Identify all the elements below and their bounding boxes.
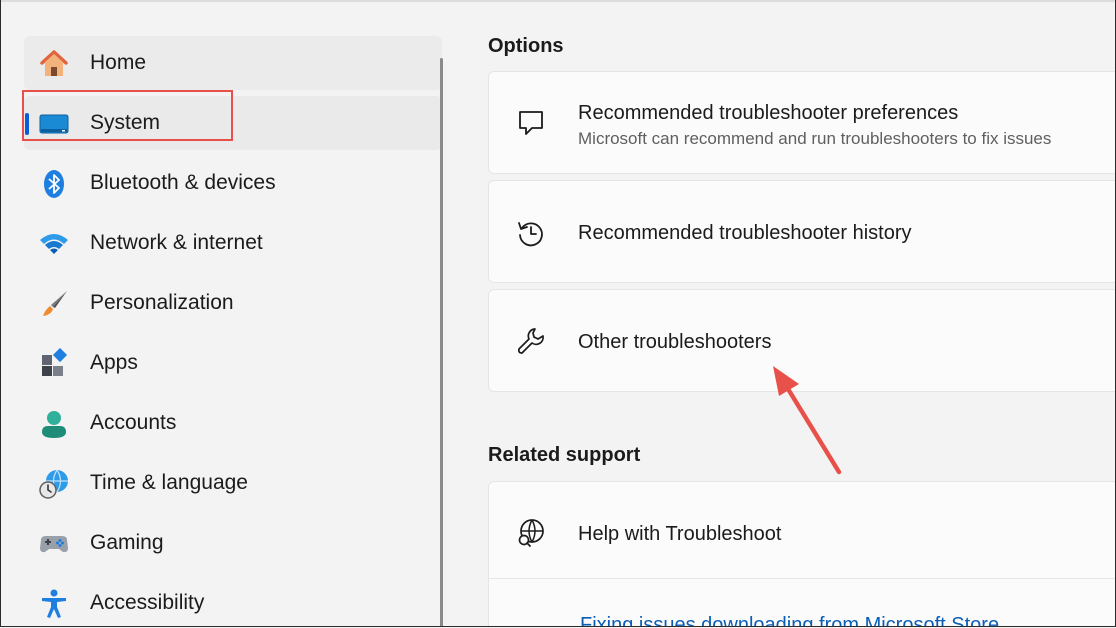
wifi-icon <box>40 234 68 254</box>
card-title: Help with Troubleshoot <box>578 523 782 545</box>
settings-window: Home System Bluetooth & devices Network … <box>0 0 1116 627</box>
sidebar: Home System Bluetooth & devices Network … <box>1 0 446 626</box>
sidebar-item-personalization[interactable]: Personalization <box>24 276 442 330</box>
sidebar-item-home[interactable]: Home <box>24 36 442 90</box>
globe-search-icon <box>518 519 544 547</box>
sidebar-item-label: Apps <box>90 351 138 374</box>
sidebar-item-apps[interactable]: Apps <box>24 336 442 390</box>
card-title: Other troubleshooters <box>578 331 772 353</box>
sidebar-scrollbar[interactable] <box>440 58 443 626</box>
chat-bubble-icon <box>519 111 543 135</box>
annotation-arrow <box>773 366 842 475</box>
card-troubleshooter-preferences[interactable]: Recommended troubleshooter preferences M… <box>488 71 1115 174</box>
sidebar-item-label: Gaming <box>90 531 164 554</box>
apps-icon <box>42 348 68 376</box>
card-help-with-troubleshoot[interactable]: Help with Troubleshoot <box>488 481 1115 626</box>
person-icon <box>42 411 66 438</box>
globe-clock-icon <box>39 469 68 499</box>
wrench-icon <box>517 328 544 354</box>
sidebar-item-label: Bluetooth & devices <box>90 171 276 194</box>
annotation-highlight-box <box>22 90 233 141</box>
sidebar-item-label: Accounts <box>90 411 177 434</box>
sidebar-item-label: Personalization <box>90 291 234 314</box>
sidebar-item-label: Network & internet <box>90 231 263 254</box>
paintbrush-icon <box>43 291 67 316</box>
related-support-heading: Related support <box>488 444 641 466</box>
home-icon <box>40 50 68 76</box>
sidebar-item-accounts[interactable]: Accounts <box>24 396 442 450</box>
sidebar-item-label: Home <box>90 51 147 74</box>
sidebar-item-accessibility[interactable]: Accessibility <box>24 576 442 626</box>
sidebar-item-gaming[interactable]: Gaming <box>24 516 442 570</box>
store-download-help-link[interactable]: Fixing issues downloading from Microsoft… <box>580 614 999 626</box>
history-icon <box>518 222 543 247</box>
options-heading: Options <box>488 35 564 57</box>
card-title: Recommended troubleshooter history <box>578 222 912 244</box>
card-subtitle: Microsoft can recommend and run troubles… <box>578 129 1052 148</box>
gamepad-icon <box>40 536 68 553</box>
accessibility-icon <box>42 589 66 618</box>
sidebar-item-label: Time & language <box>90 471 248 494</box>
sidebar-item-time-language[interactable]: Time & language <box>24 456 442 510</box>
card-troubleshooter-history[interactable]: Recommended troubleshooter history <box>488 180 1115 283</box>
sidebar-item-label: Accessibility <box>90 591 205 614</box>
divider <box>489 578 1115 579</box>
sidebar-item-bluetooth[interactable]: Bluetooth & devices <box>24 156 442 210</box>
sidebar-item-network[interactable]: Network & internet <box>24 216 442 270</box>
bluetooth-icon <box>44 170 64 198</box>
card-title: Recommended troubleshooter preferences <box>578 102 959 124</box>
